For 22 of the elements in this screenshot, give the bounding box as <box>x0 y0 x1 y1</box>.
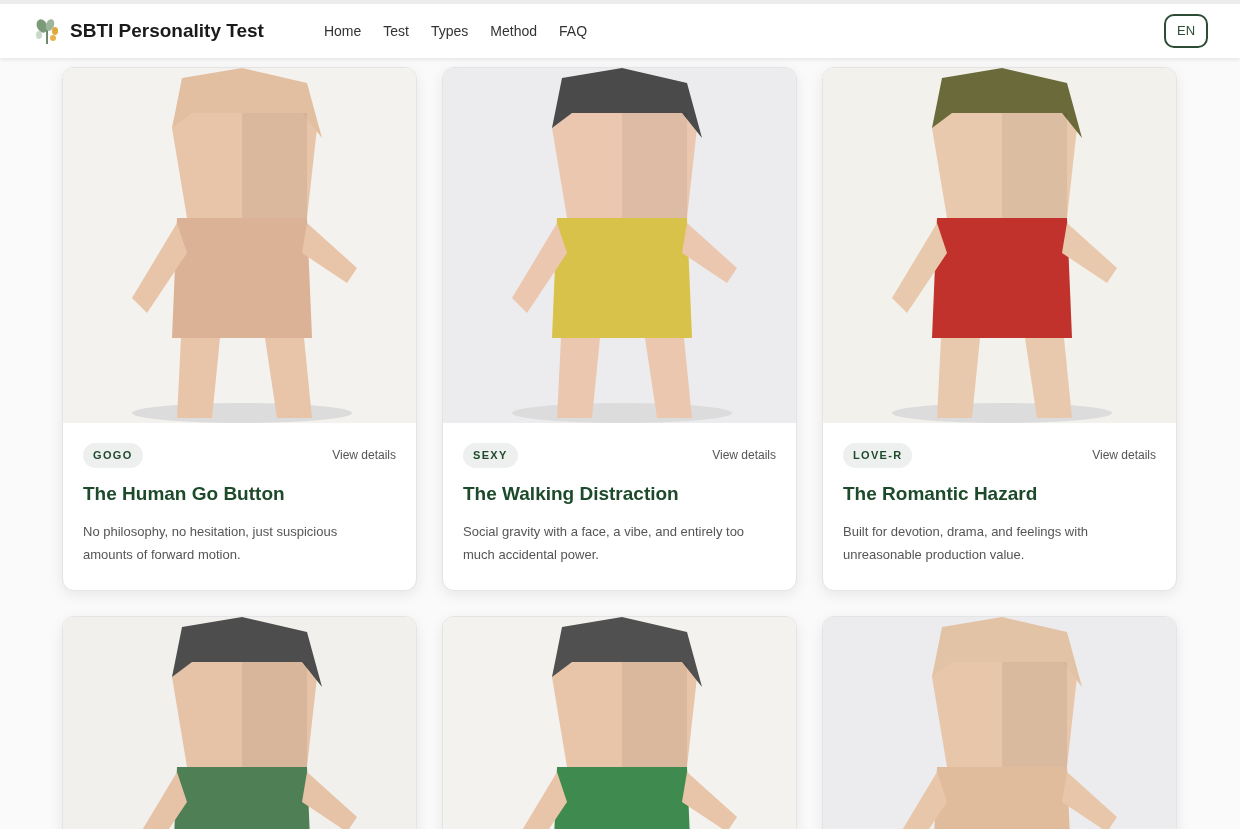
type-title: The Romantic Hazard <box>843 481 1039 506</box>
type-card[interactable]: GOGO View details The Human Go Button No philosophy, no hesitation, just suspicious amounts of forward motion. <box>62 67 417 591</box>
type-title: The Human Go Button <box>83 481 286 506</box>
nav-link[interactable]: Method <box>490 20 538 42</box>
view-details-link[interactable]: View details <box>1092 446 1156 465</box>
view-details-link[interactable]: View details <box>712 446 776 465</box>
type-description: Social gravity with a face, a vibe, and entirely too much accidental power. <box>463 523 746 564</box>
view-details-link[interactable]: View details <box>332 446 396 465</box>
type-code-badge: LOVE-R <box>843 443 913 468</box>
type-title: The Walking Distraction <box>463 481 680 506</box>
language-button[interactable]: EN <box>1164 14 1208 48</box>
type-code-badge: SEXY <box>463 443 518 468</box>
type-code-badge: GOGO <box>83 443 143 468</box>
nav-link[interactable]: Home <box>323 20 362 42</box>
nav-link[interactable]: Types <box>431 20 469 42</box>
type-card[interactable]: LOVE-R View details The Romantic Hazard Built for devotion, drama, and feelings with unreasonable production value. <box>822 67 1177 591</box>
site-title[interactable]: SBTI Personality Test <box>70 16 264 46</box>
type-description: No philosophy, no hesitation, just suspicious amounts of forward motion. <box>83 523 339 564</box>
type-description: Built for devotion, drama, and feelings with unreasonable production value. <box>843 523 1089 564</box>
nav-link[interactable]: FAQ <box>559 20 588 42</box>
nav-link[interactable]: Test <box>383 20 409 42</box>
type-card[interactable]: SEXY View details The Walking Distraction Social gravity with a face, a vibe, and entirely too much accidental power. <box>442 67 797 591</box>
